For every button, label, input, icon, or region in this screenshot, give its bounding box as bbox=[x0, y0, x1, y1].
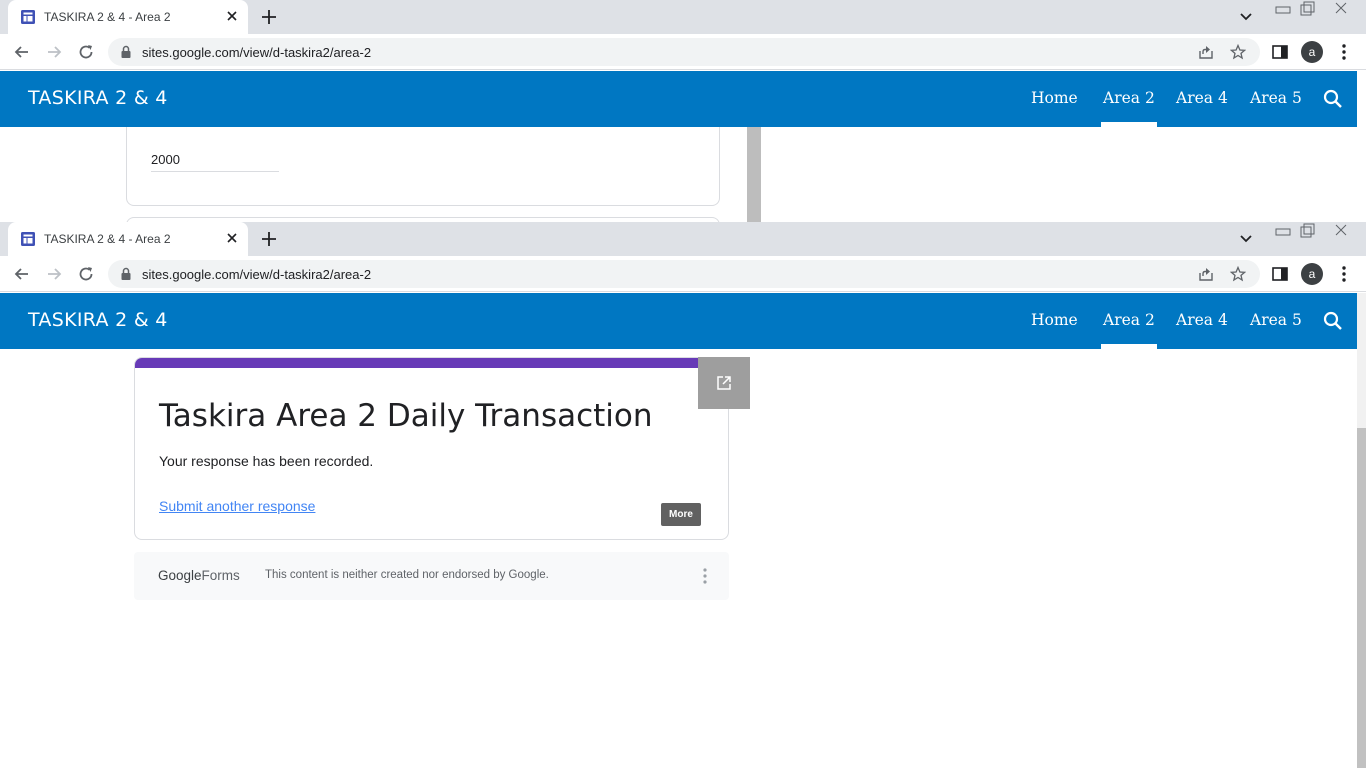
minimize-icon[interactable] bbox=[1270, 0, 1296, 18]
side-panel-icon[interactable] bbox=[1270, 264, 1290, 284]
back-arrow-icon[interactable] bbox=[12, 264, 32, 284]
submit-another-response-link[interactable]: Submit another response bbox=[159, 498, 315, 514]
window-close-icon[interactable] bbox=[1328, 222, 1354, 240]
side-panel-icon[interactable] bbox=[1270, 42, 1290, 62]
google-forms-logo[interactable]: GoogleForms bbox=[158, 568, 240, 583]
open-in-new-button[interactable] bbox=[698, 357, 750, 409]
answer-value: 2000 bbox=[151, 152, 180, 167]
nav-area-5[interactable]: Area 5 bbox=[1250, 311, 1302, 329]
plus-icon[interactable] bbox=[259, 7, 279, 27]
answer-underline bbox=[151, 171, 279, 172]
reload-icon[interactable] bbox=[76, 264, 96, 284]
star-icon[interactable] bbox=[1230, 266, 1246, 282]
reload-icon[interactable] bbox=[76, 42, 96, 62]
back-arrow-icon[interactable] bbox=[12, 42, 32, 62]
forward-arrow-icon[interactable] bbox=[44, 264, 64, 284]
site-header: TASKIRA 2 & 4 Home Area 2 Area 4 Area 5 bbox=[0, 293, 1357, 349]
embed-scrollbar[interactable] bbox=[747, 127, 761, 222]
form-question-card: 2000 bbox=[126, 127, 720, 206]
star-icon[interactable] bbox=[1230, 44, 1246, 60]
nav-area-2[interactable]: Area 2 bbox=[1101, 89, 1157, 127]
browser-tab[interactable]: TASKIRA 2 & 4 - Area 2 bbox=[8, 222, 248, 256]
browser-toolbar: sites.google.com/view/d-taskira2/area-2 … bbox=[0, 256, 1366, 292]
share-icon[interactable] bbox=[1198, 44, 1214, 60]
share-icon[interactable] bbox=[1198, 266, 1214, 282]
form-title: Taskira Area 2 Daily Transaction bbox=[159, 398, 653, 434]
kebab-menu-icon[interactable] bbox=[1334, 42, 1354, 62]
lock-icon[interactable] bbox=[120, 267, 132, 281]
site-brand[interactable]: TASKIRA 2 & 4 bbox=[28, 87, 168, 109]
address-bar[interactable]: sites.google.com/view/d-taskira2/area-2 bbox=[108, 260, 1260, 288]
site-brand[interactable]: TASKIRA 2 & 4 bbox=[28, 309, 168, 331]
restore-icon[interactable] bbox=[1294, 0, 1320, 18]
sites-favicon bbox=[21, 232, 35, 246]
close-icon[interactable] bbox=[224, 230, 240, 246]
avatar[interactable]: a bbox=[1301, 41, 1323, 63]
address-bar[interactable]: sites.google.com/view/d-taskira2/area-2 bbox=[108, 38, 1260, 66]
window-close-icon[interactable] bbox=[1328, 0, 1354, 18]
nav-home[interactable]: Home bbox=[1031, 89, 1078, 107]
browser-toolbar: sites.google.com/view/d-taskira2/area-2 … bbox=[0, 34, 1366, 70]
browser-tab[interactable]: TASKIRA 2 & 4 - Area 2 bbox=[8, 0, 248, 34]
restore-icon[interactable] bbox=[1294, 222, 1320, 240]
search-icon[interactable] bbox=[1322, 310, 1344, 332]
url-text: sites.google.com/view/d-taskira2/area-2 bbox=[142, 45, 372, 60]
kebab-menu-icon[interactable] bbox=[701, 567, 709, 585]
nav-home[interactable]: Home bbox=[1031, 311, 1078, 329]
confirmation-message: Your response has been recorded. bbox=[159, 453, 374, 469]
site-header: TASKIRA 2 & 4 Home Area 2 Area 4 Area 5 bbox=[0, 71, 1357, 127]
minimize-icon[interactable] bbox=[1270, 222, 1296, 240]
forms-footer: GoogleForms This content is neither crea… bbox=[134, 552, 729, 600]
browser-window-main: TASKIRA 2 & 4 - Area 2 sites.google.com/… bbox=[0, 222, 1366, 768]
avatar[interactable]: a bbox=[1301, 263, 1323, 285]
kebab-menu-icon[interactable] bbox=[1334, 264, 1354, 284]
form-confirmation-card: Taskira Area 2 Daily Transaction Your re… bbox=[134, 357, 729, 540]
chevron-down-icon[interactable] bbox=[1238, 230, 1254, 246]
tab-strip: TASKIRA 2 & 4 - Area 2 bbox=[0, 0, 1366, 34]
forward-arrow-icon[interactable] bbox=[44, 42, 64, 62]
form-accent-bar bbox=[135, 358, 728, 368]
plus-icon[interactable] bbox=[259, 229, 279, 249]
open-in-new-icon bbox=[717, 376, 731, 390]
close-icon[interactable] bbox=[224, 8, 240, 24]
sites-favicon bbox=[21, 10, 35, 24]
search-icon[interactable] bbox=[1322, 88, 1344, 110]
nav-area-2[interactable]: Area 2 bbox=[1101, 311, 1157, 349]
nav-area-5[interactable]: Area 5 bbox=[1250, 89, 1302, 107]
tab-title: TASKIRA 2 & 4 - Area 2 bbox=[44, 232, 171, 246]
disclaimer-text: This content is neither created nor endo… bbox=[265, 569, 549, 581]
chevron-down-icon[interactable] bbox=[1238, 8, 1254, 24]
page-scrollbar[interactable] bbox=[1357, 293, 1366, 768]
nav-area-4[interactable]: Area 4 bbox=[1176, 311, 1228, 329]
nav-area-4[interactable]: Area 4 bbox=[1176, 89, 1228, 107]
tab-strip: TASKIRA 2 & 4 - Area 2 bbox=[0, 222, 1366, 256]
scrollbar-thumb[interactable] bbox=[1357, 428, 1366, 768]
tab-title: TASKIRA 2 & 4 - Area 2 bbox=[44, 10, 171, 24]
lock-icon[interactable] bbox=[120, 45, 132, 59]
url-text: sites.google.com/view/d-taskira2/area-2 bbox=[142, 267, 372, 282]
more-button[interactable]: More bbox=[661, 503, 701, 526]
browser-window-top: TASKIRA 2 & 4 - Area 2 sites.google.com/… bbox=[0, 0, 1366, 222]
